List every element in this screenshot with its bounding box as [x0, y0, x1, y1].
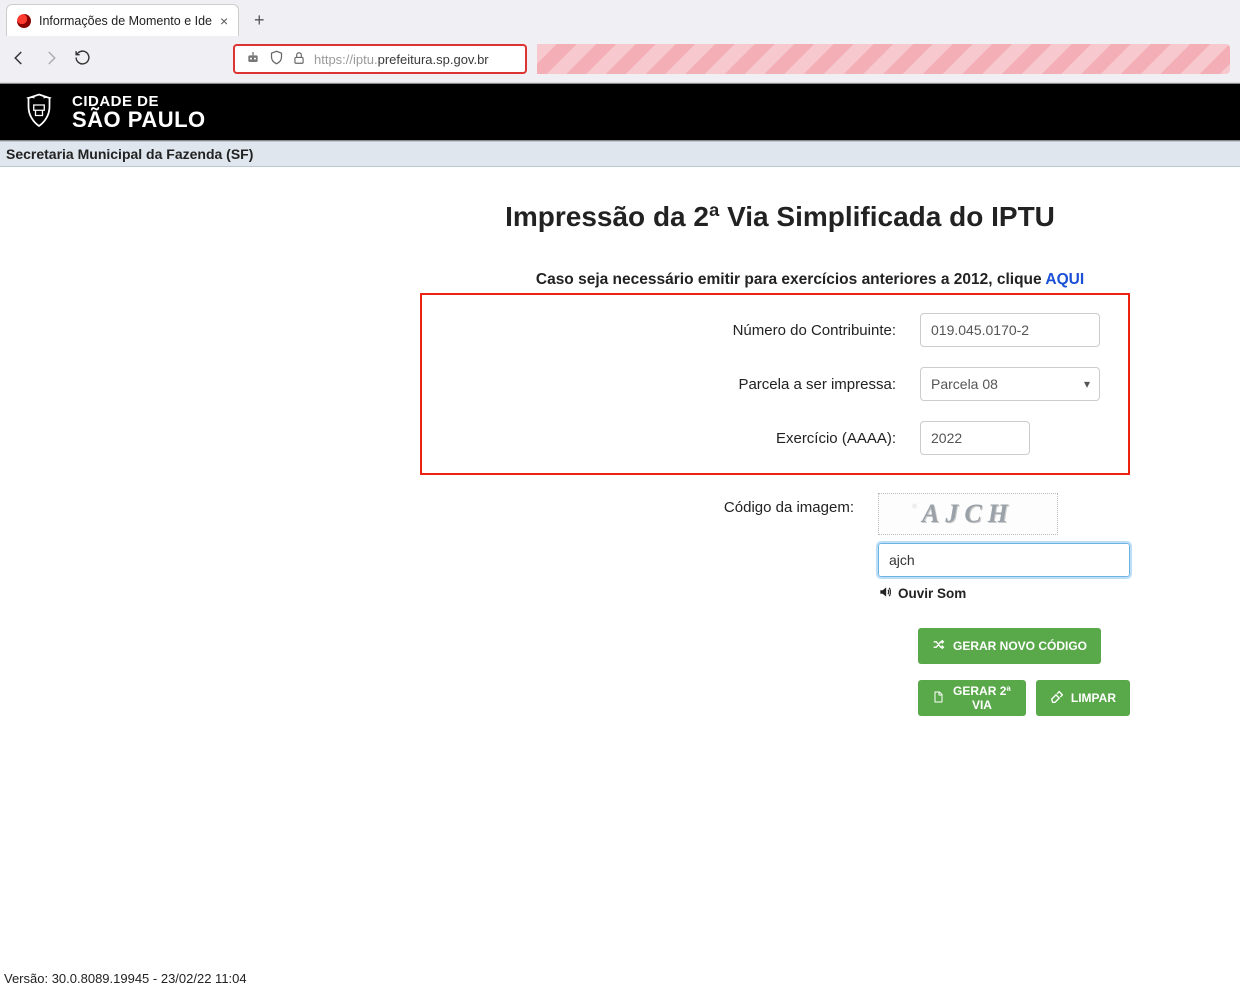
label-exercicio: Exercício (AAAA):: [440, 430, 920, 447]
select-parcela[interactable]: Parcela 08: [920, 367, 1100, 401]
address-bar[interactable]: https://iptu.prefeitura.sp.gov.br: [233, 44, 527, 74]
file-icon: [932, 691, 944, 706]
new-tab-button[interactable]: +: [245, 6, 273, 34]
row-contribuinte: Número do Contribuinte:: [440, 313, 1110, 347]
forward-icon[interactable]: [42, 49, 60, 70]
input-exercicio[interactable]: [920, 421, 1030, 455]
shuffle-icon: [932, 638, 945, 654]
gerar-novo-codigo-button[interactable]: GERAR NOVO CÓDIGO: [918, 628, 1101, 664]
input-contribuinte[interactable]: [920, 313, 1100, 347]
row-captcha: Código da imagem: AJCH Ouvir Som: [420, 493, 1130, 602]
browser-tab[interactable]: Informações de Momento e Ide ×: [6, 4, 239, 36]
nav-buttons: [10, 49, 91, 70]
label-captcha: Código da imagem:: [420, 493, 878, 602]
site-logo-text: CIDADE DE SÃO PAULO: [72, 94, 206, 131]
label-contribuinte: Número do Contribuinte:: [440, 322, 920, 339]
toolbar-stripe: [537, 44, 1230, 74]
action-buttons: GERAR 2ª VIA LIMPAR: [918, 680, 1130, 716]
highlighted-form-box: Número do Contribuinte: Parcela a ser im…: [420, 293, 1130, 475]
limpar-button[interactable]: LIMPAR: [1036, 680, 1130, 716]
city-crest-icon: [18, 91, 60, 133]
address-bar-wrap: https://iptu.prefeitura.sp.gov.br: [233, 44, 527, 74]
robot-icon: [245, 50, 261, 69]
browser-toolbar: https://iptu.prefeitura.sp.gov.br: [0, 36, 1240, 82]
captcha-block: AJCH Ouvir Som: [878, 493, 1130, 602]
captcha-image: AJCH: [878, 493, 1058, 535]
gerar-2via-button[interactable]: GERAR 2ª VIA: [918, 680, 1026, 716]
btn-novo-codigo-wrap: GERAR NOVO CÓDIGO: [918, 628, 1130, 664]
form-area: Número do Contribuinte: Parcela a ser im…: [420, 293, 1130, 716]
sound-icon: [878, 585, 892, 602]
shield-icon[interactable]: [269, 50, 284, 68]
browser-chrome: Informações de Momento e Ide × +: [0, 0, 1240, 83]
close-icon[interactable]: ×: [220, 13, 228, 29]
logo-line2: SÃO PAULO: [72, 109, 206, 131]
notice-link[interactable]: AQUI: [1045, 271, 1084, 288]
label-parcela: Parcela a ser impressa:: [440, 376, 920, 393]
eraser-icon: [1050, 690, 1063, 706]
notice-text: Caso seja necessário emitir para exercíc…: [536, 271, 1084, 289]
main-content: Impressão da 2ª Via Simplificada do IPTU…: [0, 167, 1240, 716]
row-parcela: Parcela a ser impressa: Parcela 08 ▾: [440, 367, 1110, 401]
tab-favicon-icon: [17, 14, 31, 28]
sub-header: Secretaria Municipal da Fazenda (SF): [0, 141, 1240, 167]
tab-strip: Informações de Momento e Ide × +: [0, 0, 1240, 36]
lock-icon[interactable]: [292, 51, 306, 68]
tab-title: Informações de Momento e Ide: [39, 14, 212, 28]
footer-version: Versão: 30.0.8089.19945 - 23/02/22 11:04: [4, 971, 247, 986]
url-text: https://iptu.prefeitura.sp.gov.br: [314, 52, 489, 67]
reload-icon[interactable]: [74, 49, 91, 69]
page-title: Impressão da 2ª Via Simplificada do IPTU: [505, 201, 1055, 233]
ouvir-som-link[interactable]: Ouvir Som: [878, 585, 1130, 602]
input-captcha[interactable]: [878, 543, 1130, 577]
site-header: CIDADE DE SÃO PAULO: [0, 83, 1240, 141]
row-exercicio: Exercício (AAAA):: [440, 421, 1110, 455]
back-icon[interactable]: [10, 49, 28, 70]
